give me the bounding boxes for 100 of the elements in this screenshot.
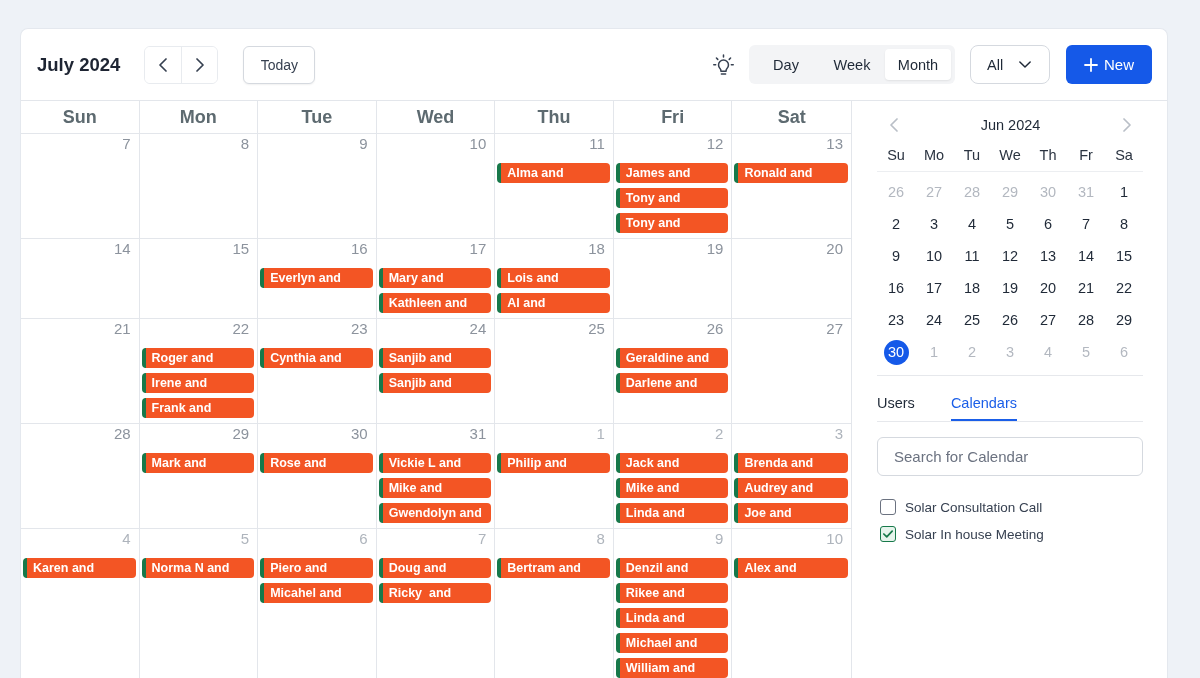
mini-calendar-day[interactable]: 19	[997, 275, 1023, 301]
sidebar-tab[interactable]: Calendars	[950, 376, 1017, 421]
next-button[interactable]	[181, 46, 218, 83]
event-chip[interactable]: Denzil and	[615, 558, 729, 578]
mini-calendar-day[interactable]: 28	[1073, 307, 1099, 333]
mini-calendar-day[interactable]: 28	[959, 179, 985, 205]
mini-calendar-day[interactable]: 26	[883, 179, 909, 205]
filter-dropdown[interactable]: All	[970, 45, 1050, 84]
search-field[interactable]: Search for Calendar	[877, 437, 1143, 476]
mini-calendar-day[interactable]: 31	[1073, 179, 1099, 205]
mini-calendar-day[interactable]: 23	[883, 307, 909, 333]
checkbox[interactable]	[880, 526, 896, 542]
event-chip[interactable]: Brenda and	[734, 453, 848, 473]
mini-calendar-day[interactable]: 30	[883, 339, 909, 365]
mini-calendar-day[interactable]: 26	[997, 307, 1023, 333]
new-button[interactable]: New	[1066, 45, 1152, 84]
mini-calendar-day[interactable]: 20	[1035, 275, 1061, 301]
event-chip[interactable]: Roger and	[141, 348, 255, 368]
next-month-button[interactable]	[1123, 118, 1131, 132]
event-chip[interactable]: Audrey and	[734, 478, 848, 498]
mini-calendar-day[interactable]: 24	[921, 307, 947, 333]
event-chip[interactable]: Piero and	[260, 558, 373, 578]
event-chip[interactable]: Doug and	[378, 558, 492, 578]
event-chip[interactable]: Rose and	[260, 453, 373, 473]
mini-calendar-day[interactable]: 3	[997, 339, 1023, 365]
mini-calendar-day[interactable]: 9	[883, 243, 909, 269]
mini-calendar-day[interactable]: 5	[997, 211, 1023, 237]
mini-calendar-day[interactable]: 16	[883, 275, 909, 301]
mini-calendar-day[interactable]: 2	[883, 211, 909, 237]
mini-calendar-day[interactable]: 27	[921, 179, 947, 205]
event-chip[interactable]: Bertram and	[497, 558, 610, 578]
mini-calendar-day[interactable]: 10	[921, 243, 947, 269]
event-chip[interactable]: Darlene and	[615, 373, 729, 393]
mini-calendar-day[interactable]: 14	[1073, 243, 1099, 269]
event-chip[interactable]: Joe and	[734, 503, 848, 523]
mini-calendar-day[interactable]: 1	[1111, 179, 1137, 205]
event-chip[interactable]: Mary and	[378, 268, 492, 288]
event-chip[interactable]: Philip and	[497, 453, 610, 473]
mini-calendar-day[interactable]: 4	[1035, 339, 1061, 365]
mini-calendar-day[interactable]: 29	[1111, 307, 1137, 333]
event-chip[interactable]: Gwendolyn and	[378, 503, 492, 523]
event-chip[interactable]: William and	[615, 658, 729, 678]
checkbox[interactable]	[880, 499, 896, 515]
mini-calendar-day[interactable]: 6	[1035, 211, 1061, 237]
event-chip[interactable]: Geraldine and	[615, 348, 729, 368]
mini-calendar-day[interactable]: 30	[1035, 179, 1061, 205]
event-chip[interactable]: Michael and	[615, 633, 729, 653]
mini-calendar-day[interactable]: 21	[1073, 275, 1099, 301]
event-chip[interactable]: Karen and	[23, 558, 136, 578]
mini-calendar-day[interactable]: 1	[921, 339, 947, 365]
event-chip[interactable]: Al and	[497, 293, 610, 313]
event-chip[interactable]: Everlyn and	[260, 268, 373, 288]
mini-calendar-day[interactable]: 13	[1035, 243, 1061, 269]
event-chip[interactable]: Ricky and	[378, 583, 492, 603]
event-chip[interactable]: Sanjib and	[378, 373, 492, 393]
event-chip[interactable]: Micahel and	[260, 583, 373, 603]
event-chip[interactable]: Alma and	[497, 163, 610, 183]
event-chip[interactable]: Irene and	[141, 373, 255, 393]
event-chip[interactable]: Cynthia and	[260, 348, 373, 368]
event-chip[interactable]: Ronald and	[734, 163, 848, 183]
mini-calendar-day[interactable]: 15	[1111, 243, 1137, 269]
event-chip[interactable]: Tony and	[615, 188, 729, 208]
mini-calendar-day[interactable]: 17	[921, 275, 947, 301]
event-chip[interactable]: Linda and	[615, 608, 729, 628]
event-chip[interactable]: Frank and	[141, 398, 255, 418]
event-chip[interactable]: Tony and	[615, 213, 729, 233]
event-chip[interactable]: Jack and	[615, 453, 729, 473]
mini-calendar-day[interactable]: 6	[1111, 339, 1137, 365]
mini-calendar-day[interactable]: 29	[997, 179, 1023, 205]
mini-calendar-day[interactable]: 25	[959, 307, 985, 333]
event-chip[interactable]: Linda and	[615, 503, 729, 523]
previous-month-button[interactable]	[890, 118, 898, 132]
view-tab[interactable]: Week	[819, 49, 885, 80]
mini-calendar-day[interactable]: 18	[959, 275, 985, 301]
sidebar-tab[interactable]: Users	[877, 376, 915, 421]
event-chip[interactable]: Mark and	[141, 453, 255, 473]
mini-calendar-day[interactable]: 2	[959, 339, 985, 365]
mini-calendar-day[interactable]: 4	[959, 211, 985, 237]
event-chip[interactable]: Vickie L and	[378, 453, 492, 473]
event-chip[interactable]: Sanjib and	[378, 348, 492, 368]
mini-calendar-day[interactable]: 11	[959, 243, 985, 269]
mini-calendar-day[interactable]: 22	[1111, 275, 1137, 301]
mini-calendar-day[interactable]: 12	[997, 243, 1023, 269]
mini-calendar-day[interactable]: 8	[1111, 211, 1137, 237]
event-chip[interactable]: Alex and	[734, 558, 848, 578]
event-chip[interactable]: Lois and	[497, 268, 610, 288]
event-chip[interactable]: Rikee and	[615, 583, 729, 603]
mini-calendar-day[interactable]: 3	[921, 211, 947, 237]
mini-calendar-day[interactable]: 27	[1035, 307, 1061, 333]
event-chip[interactable]: Mike and	[615, 478, 729, 498]
event-chip[interactable]: James and	[615, 163, 729, 183]
event-chip[interactable]: Norma N and	[141, 558, 255, 578]
view-tab[interactable]: Day	[753, 49, 819, 80]
today-button[interactable]: Today	[243, 45, 316, 84]
view-tab[interactable]: Month	[885, 49, 951, 80]
mini-calendar-day[interactable]: 5	[1073, 339, 1099, 365]
lightbulb-icon[interactable]	[713, 54, 734, 75]
event-chip[interactable]: Mike and	[378, 478, 492, 498]
mini-calendar-day[interactable]: 7	[1073, 211, 1099, 237]
event-chip[interactable]: Kathleen and	[378, 293, 492, 313]
